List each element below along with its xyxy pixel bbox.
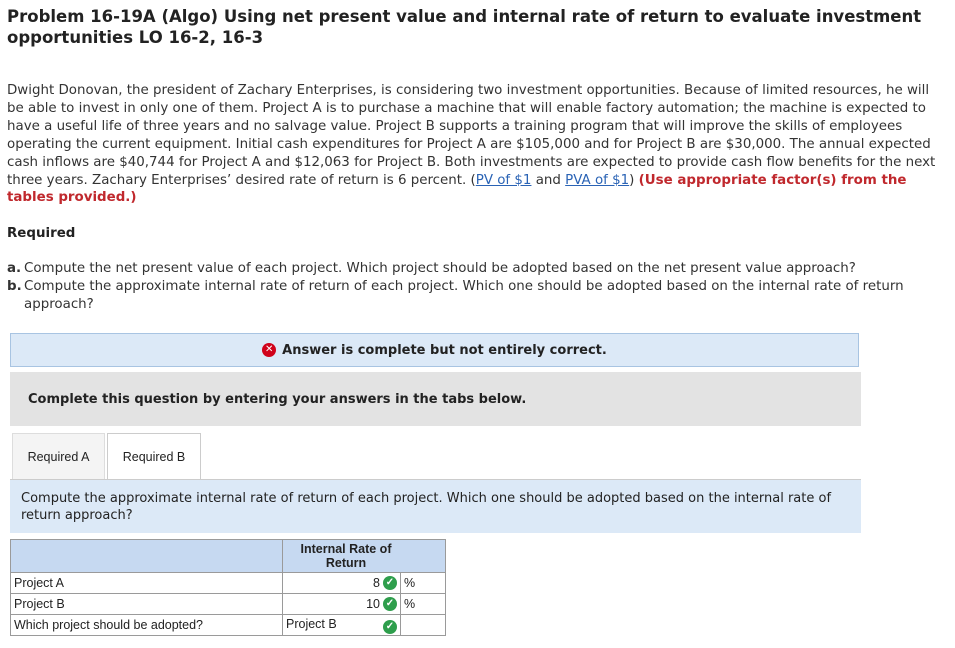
irr-table: Internal Rate of Return Project A 8 ✓ % P… xyxy=(10,539,446,636)
instruction-box: Complete this question by entering your … xyxy=(10,372,861,426)
table-row: Project A 8 ✓ % xyxy=(10,572,446,594)
check-circle-icon: ✓ xyxy=(383,619,397,634)
pva-table-link[interactable]: PVA of $1 xyxy=(565,173,629,188)
header-blank-cell xyxy=(10,539,283,573)
problem-description: Dwight Donovan, the president of Zachary… xyxy=(7,83,936,206)
adopted-project-select[interactable]: Project B ✓ xyxy=(282,614,401,636)
table-header-row: Internal Rate of Return xyxy=(10,539,446,573)
row-label: Which project should be adopted? xyxy=(10,614,283,636)
pv-table-link[interactable]: PV of $1 xyxy=(476,173,532,188)
check-circle-icon: ✓ xyxy=(383,597,397,612)
instruction-text: Complete this question by entering your … xyxy=(28,391,527,407)
empty-unit-cell xyxy=(400,614,446,636)
percent-unit: % xyxy=(400,593,446,615)
tab-required-b[interactable]: Required B xyxy=(107,433,201,480)
required-heading: Required xyxy=(7,226,76,241)
row-label: Project A xyxy=(10,572,283,594)
row-label: Project B xyxy=(10,593,283,615)
project-a-irr-input[interactable]: 8 ✓ xyxy=(282,572,401,594)
tab-prompt: Compute the approximate internal rate of… xyxy=(10,480,861,533)
project-b-irr-input[interactable]: 10 ✓ xyxy=(282,593,401,615)
required-item-a: a. Compute the net present value of each… xyxy=(7,261,856,276)
tab-bar: Required A Required B xyxy=(12,433,201,480)
required-item-b: b. Compute the approximate internal rate… xyxy=(7,278,904,312)
check-circle-icon: ✓ xyxy=(383,576,397,591)
table-row: Project B 10 ✓ % xyxy=(10,593,446,615)
answer-status-banner: ✕ Answer is complete but not entirely co… xyxy=(10,333,859,367)
tab-required-a[interactable]: Required A xyxy=(12,433,105,480)
irr-column-header: Internal Rate of Return xyxy=(282,539,446,573)
required-list: a. Compute the net present value of each… xyxy=(7,260,947,314)
answer-status-text: Answer is complete but not entirely corr… xyxy=(282,342,607,358)
percent-unit: % xyxy=(400,572,446,594)
error-icon: ✕ xyxy=(262,343,277,357)
table-row: Which project should be adopted? Project… xyxy=(10,614,446,636)
problem-title: Problem 16-19A (Algo) Using net present … xyxy=(7,7,922,47)
